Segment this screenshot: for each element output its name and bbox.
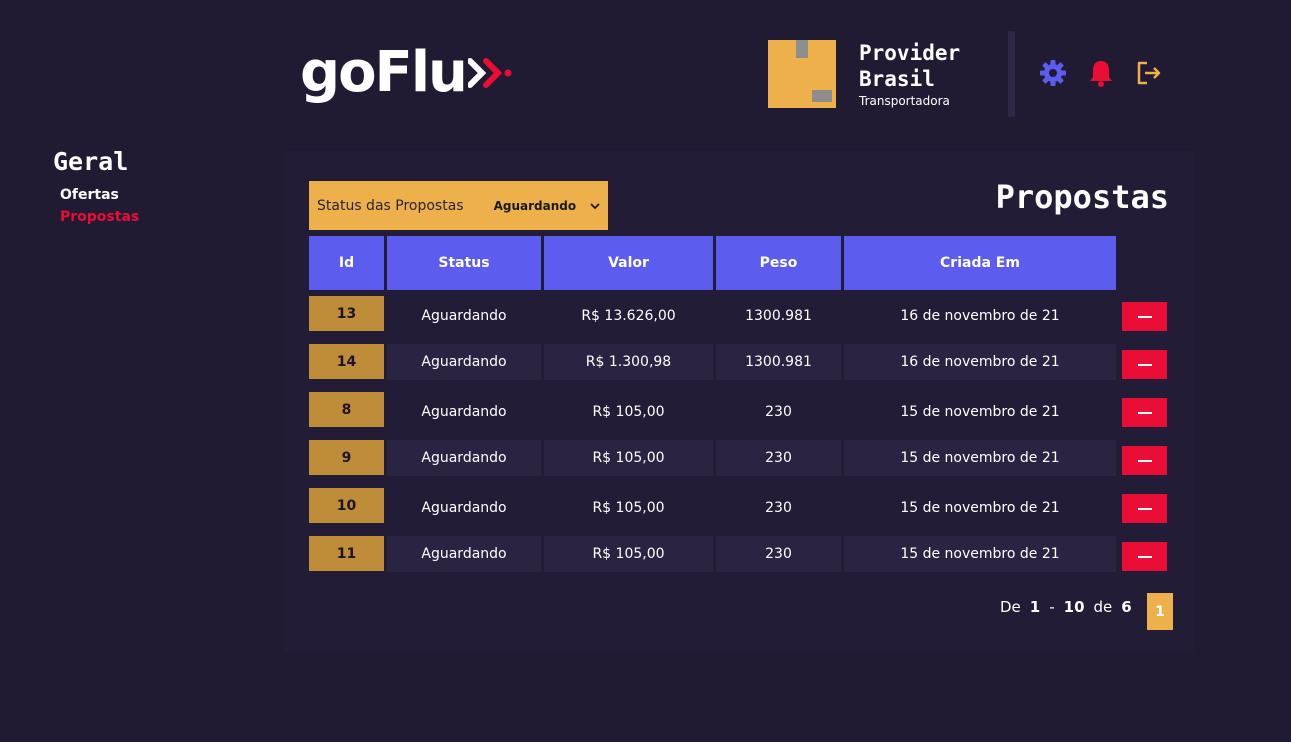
- row-peso-cell: 230: [765, 500, 792, 516]
- row-peso-cell: 1300.981: [716, 344, 841, 380]
- row-peso-cell: 230: [716, 440, 841, 476]
- status-filter: Status das Propostas Aguardando: [309, 181, 608, 230]
- sidebar-item-ofertas[interactable]: Ofertas: [60, 187, 119, 203]
- header-divider: [1008, 31, 1015, 117]
- row-status-cell: Aguardando: [421, 404, 507, 420]
- logo-text: goFlu: [300, 40, 468, 105]
- box-label: [812, 90, 832, 102]
- column-header-status[interactable]: Status: [387, 236, 541, 290]
- minus-icon: [1137, 411, 1152, 414]
- pagination-to: 10: [1063, 598, 1085, 616]
- row-peso-cell: 230: [716, 536, 841, 572]
- chevron-down-icon: [589, 199, 600, 213]
- row-criada-cell: 16 de novembro de 21: [844, 344, 1116, 380]
- profile-block[interactable]: Provider Brasil Transportadora: [768, 40, 969, 108]
- delete-button[interactable]: [1122, 350, 1167, 379]
- row-status-cell: Aguardando: [421, 500, 507, 516]
- row-id-cell[interactable]: 14: [309, 344, 384, 379]
- delete-button[interactable]: [1122, 398, 1167, 427]
- page-title: Propostas: [995, 178, 1169, 216]
- bell-icon[interactable]: [1086, 58, 1116, 88]
- row-id-cell[interactable]: 8: [309, 392, 384, 427]
- row-criada-cell: 16 de novembro de 21: [900, 308, 1060, 324]
- logo-mark-icon: [467, 53, 514, 93]
- row-valor-cell: R$ 105,00: [544, 440, 713, 476]
- row-status-cell: Aguardando: [387, 344, 541, 380]
- row-valor-cell: R$ 13.626,00: [581, 308, 676, 324]
- minus-icon: [1137, 315, 1152, 318]
- row-id-cell[interactable]: 13: [309, 296, 384, 331]
- status-select-value: Aguardando: [493, 198, 577, 213]
- delete-button[interactable]: [1122, 302, 1167, 331]
- row-criada-cell: 15 de novembro de 21: [900, 500, 1060, 516]
- row-status-cell: Aguardando: [387, 536, 541, 572]
- column-header-peso[interactable]: Peso: [716, 236, 841, 290]
- sidebar-title: Geral: [53, 147, 129, 176]
- column-header-id[interactable]: Id: [309, 236, 384, 290]
- row-id-cell[interactable]: 10: [309, 488, 384, 523]
- pagination-summary: De 1 - 10 de 6: [1000, 598, 1141, 616]
- delete-button[interactable]: [1122, 446, 1167, 475]
- minus-icon: [1137, 555, 1152, 558]
- page-button[interactable]: 1: [1147, 593, 1173, 630]
- sidebar-item-propostas[interactable]: Propostas: [60, 209, 139, 225]
- row-peso-cell: 1300.981: [745, 308, 812, 324]
- row-id-cell[interactable]: 9: [309, 440, 384, 475]
- row-criada-cell: 15 de novembro de 21: [844, 440, 1116, 476]
- profile-name: Provider Brasil: [859, 41, 961, 91]
- row-valor-cell: R$ 105,00: [592, 500, 665, 516]
- row-criada-cell: 15 de novembro de 21: [844, 536, 1116, 572]
- avatar: [768, 40, 836, 108]
- column-header-valor[interactable]: Valor: [544, 236, 713, 290]
- column-header-criada-em[interactable]: Criada Em: [844, 236, 1116, 290]
- minus-icon: [1137, 507, 1152, 510]
- delete-button[interactable]: [1122, 494, 1167, 523]
- pagination-total: 6: [1121, 598, 1132, 616]
- row-criada-cell: 15 de novembro de 21: [900, 404, 1060, 420]
- row-valor-cell: R$ 105,00: [592, 404, 665, 420]
- gear-icon[interactable]: [1038, 58, 1068, 88]
- logout-icon[interactable]: [1134, 58, 1164, 88]
- pagination-from: 1: [1029, 598, 1041, 616]
- row-status-cell: Aguardando: [387, 440, 541, 476]
- row-valor-cell: R$ 1.300,98: [544, 344, 713, 380]
- row-valor-cell: R$ 105,00: [544, 536, 713, 572]
- minus-icon: [1137, 363, 1152, 366]
- row-status-cell: Aguardando: [421, 308, 507, 324]
- pagination-prefix: De: [1000, 598, 1021, 616]
- delete-button[interactable]: [1122, 542, 1167, 571]
- row-id-cell[interactable]: 11: [309, 536, 384, 571]
- status-select[interactable]: Aguardando: [481, 192, 604, 219]
- gofluxx-logo[interactable]: goFlu: [300, 40, 514, 106]
- status-filter-label: Status das Propostas: [317, 197, 464, 214]
- profile-role: Transportadora: [859, 94, 950, 108]
- pagination-sep: -: [1049, 598, 1055, 616]
- box-tape: [796, 40, 808, 58]
- pagination-of: de: [1093, 598, 1113, 616]
- minus-icon: [1137, 459, 1152, 462]
- row-peso-cell: 230: [765, 404, 792, 420]
